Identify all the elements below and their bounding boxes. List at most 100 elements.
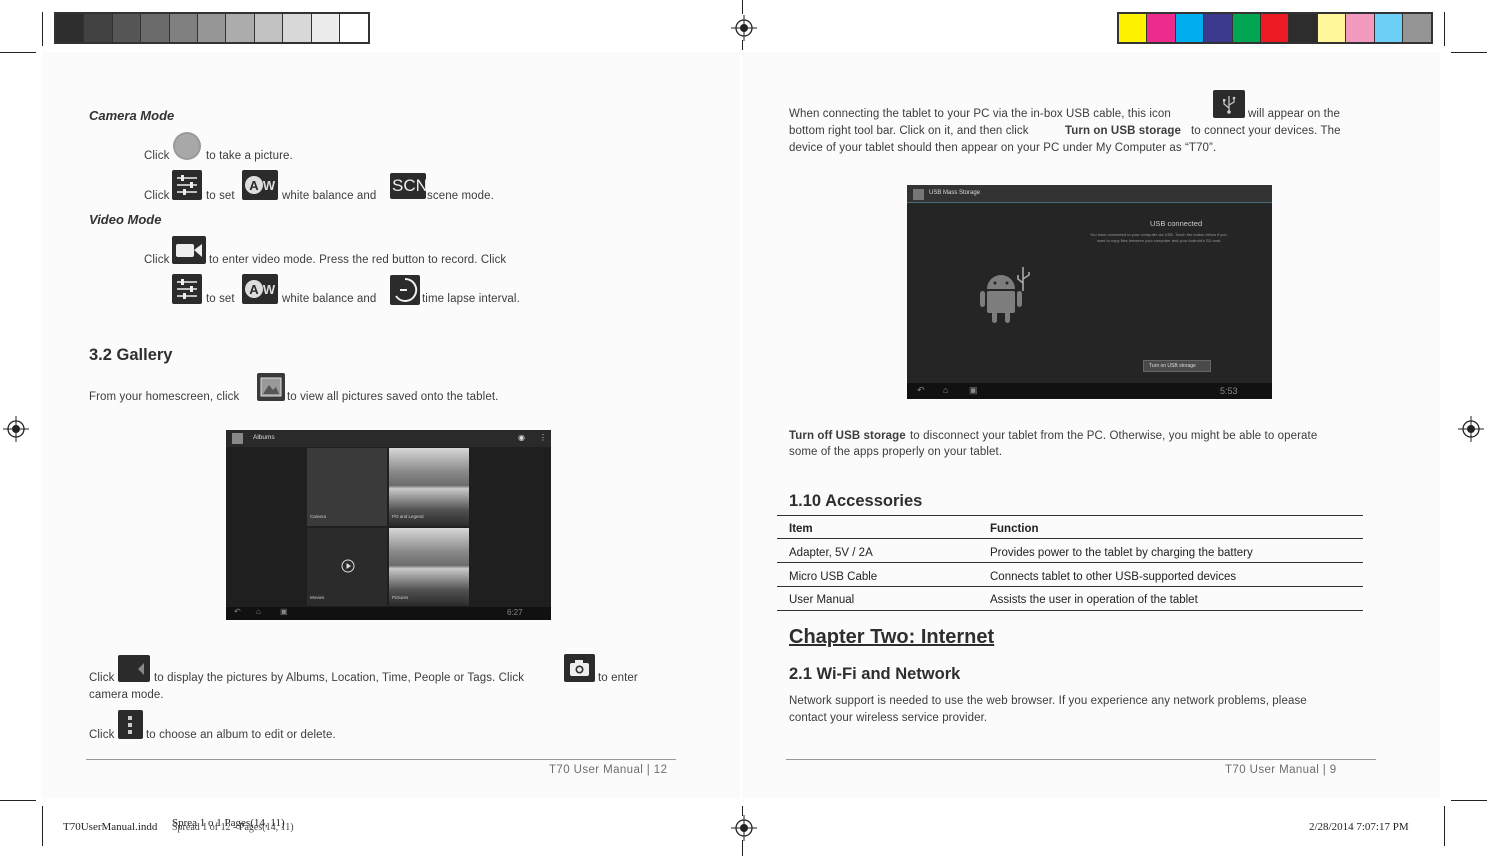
usb-desc-line1: You have connected to your computer via … — [1090, 232, 1227, 237]
crop-mark — [1451, 52, 1487, 53]
camera-mode-heading: Camera Mode — [89, 108, 175, 123]
grayscale-swatch — [169, 14, 198, 42]
turn-on-usb-storage-button[interactable]: Turn on USB storage — [1143, 360, 1211, 372]
right-page — [742, 52, 1440, 799]
camera-line2-white-balance: white balance and — [282, 190, 377, 202]
usb-icon — [1213, 90, 1245, 118]
home-icon: ⌂ — [256, 607, 261, 616]
scene-mode-icon: SCN — [390, 173, 426, 199]
turn-off-bold: Turn off USB storage — [789, 430, 906, 442]
crop-mark — [742, 0, 743, 14]
color-swatch — [1346, 14, 1375, 42]
turn-on-usb-button-label: Turn on USB storage — [1149, 363, 1196, 369]
color-bar — [1117, 12, 1434, 44]
settings-sliders-icon — [172, 274, 202, 304]
crop-mark — [42, 12, 43, 46]
back-icon: ↶ — [234, 607, 241, 616]
table-cell-function: Connects tablet to other USB-supported d… — [990, 571, 1237, 583]
camera-line1-rest: to take a picture. — [206, 150, 293, 162]
gallery-screenshot: Albums ◉ ⋮ Camera PO and Legend Movies P… — [226, 430, 551, 620]
overflow-menu-icon: ⋮ — [539, 433, 547, 442]
overflow-menu-icon — [118, 710, 143, 739]
gallery-intro-after: to view all pictures saved onto the tabl… — [287, 391, 499, 403]
gallery-app-icon — [257, 373, 285, 401]
grayscale-swatch — [311, 14, 340, 42]
color-swatch — [1289, 14, 1318, 42]
registration-mark-icon — [3, 416, 29, 442]
gallery-line-a-rest: to display the pictures by Albums, Locat… — [154, 672, 525, 684]
gallery-heading: 3.2 Gallery — [89, 346, 173, 364]
usb-desc-line2: want to copy files between your computer… — [1097, 238, 1222, 243]
video-camera-icon — [172, 236, 206, 264]
gallery-line-a-click: Click — [89, 672, 115, 684]
settings-sliders-icon — [172, 170, 202, 200]
table-rule — [777, 538, 1363, 539]
print-spread: Camera Mode Click to take a picture. Cli… — [0, 0, 1487, 856]
grayscale-swatch — [339, 14, 369, 42]
slug-spread-overprint: Spread 1 of 12 - Pages(14, 11) — [172, 822, 294, 833]
color-swatch — [1204, 14, 1233, 42]
gallery-line-c-rest: to choose an album to edit or delete. — [146, 729, 336, 741]
white-balance-icon: AW — [242, 170, 278, 200]
svg-text:W: W — [263, 282, 276, 297]
android-usb-icon — [980, 267, 1030, 323]
time-lapse-icon — [390, 275, 420, 305]
recent-apps-icon: ▣ — [280, 607, 288, 616]
wifi-heading: 2.1 Wi-Fi and Network — [789, 665, 961, 683]
scn-icon-label: SCN — [392, 176, 426, 195]
crop-mark — [1444, 12, 1445, 46]
table-rule — [777, 562, 1363, 563]
table-rule — [777, 610, 1363, 611]
chapter-two-heading: Chapter Two: Internet — [789, 626, 995, 648]
color-swatch — [1374, 14, 1403, 42]
svg-text:W: W — [263, 178, 276, 193]
camera-line2-scene: scene mode. — [427, 190, 494, 202]
grayscale-swatch — [112, 14, 142, 42]
usb-storage-screenshot: USB Mass Storage USB connected You have … — [907, 185, 1272, 399]
usb-line1-after: will appear on the — [1248, 108, 1340, 120]
video-line1-rest: to enter video mode. Press the red butto… — [209, 254, 507, 266]
footer-rule — [786, 759, 1376, 760]
svg-text:A: A — [249, 282, 259, 297]
registration-mark-icon — [731, 815, 757, 841]
video-line2-time-lapse: time lapse interval. — [422, 293, 520, 305]
grayscale-swatch — [56, 14, 85, 42]
left-page-footer: T70 User Manual | 12 — [549, 764, 668, 776]
status-clock: 6:27 — [507, 608, 523, 617]
usb-line1-before: When connecting the tablet to your PC vi… — [789, 108, 1171, 120]
video-line2-white-balance: white balance and — [282, 293, 377, 305]
grayscale-swatch — [197, 14, 227, 42]
grayscale-swatch — [226, 14, 255, 42]
grayscale-swatch — [84, 14, 113, 42]
play-icon — [341, 559, 355, 573]
table-cell-item: Adapter, 5V / 2A — [789, 547, 873, 559]
grayscale-bar — [54, 12, 371, 44]
gallery-app-icon — [232, 433, 243, 444]
table-cell-item: User Manual — [789, 594, 855, 606]
camera-line1-click: Click — [144, 150, 170, 162]
grayscale-swatch — [141, 14, 170, 42]
album-label: Movies — [310, 595, 325, 600]
gallery-intro-before: From your homescreen, click — [89, 391, 240, 403]
gallery-line-b: camera mode. — [89, 689, 164, 701]
album-label: Camera — [310, 514, 327, 519]
color-swatch — [1402, 14, 1432, 42]
svg-text:A: A — [249, 178, 259, 193]
left-page — [42, 52, 740, 799]
table-header-function: Function — [990, 523, 1039, 535]
dropdown-corner-icon — [118, 655, 150, 682]
home-icon: ⌂ — [943, 385, 949, 395]
gallery-app-title: Albums — [253, 434, 275, 441]
crop-mark — [742, 40, 743, 50]
system-nav-bar — [907, 383, 1272, 399]
color-swatch — [1119, 14, 1148, 42]
crop-mark — [742, 840, 743, 856]
table-rule — [777, 515, 1363, 516]
camera-icon: ◉ — [518, 433, 525, 442]
table-header-item: Item — [789, 523, 813, 535]
status-clock: 5:53 — [1220, 386, 1238, 396]
crop-mark — [1444, 806, 1445, 846]
album-label: PO and Legend — [392, 514, 424, 519]
table-cell-item: Micro USB Cable — [789, 571, 878, 583]
settings-app-icon — [913, 189, 924, 200]
